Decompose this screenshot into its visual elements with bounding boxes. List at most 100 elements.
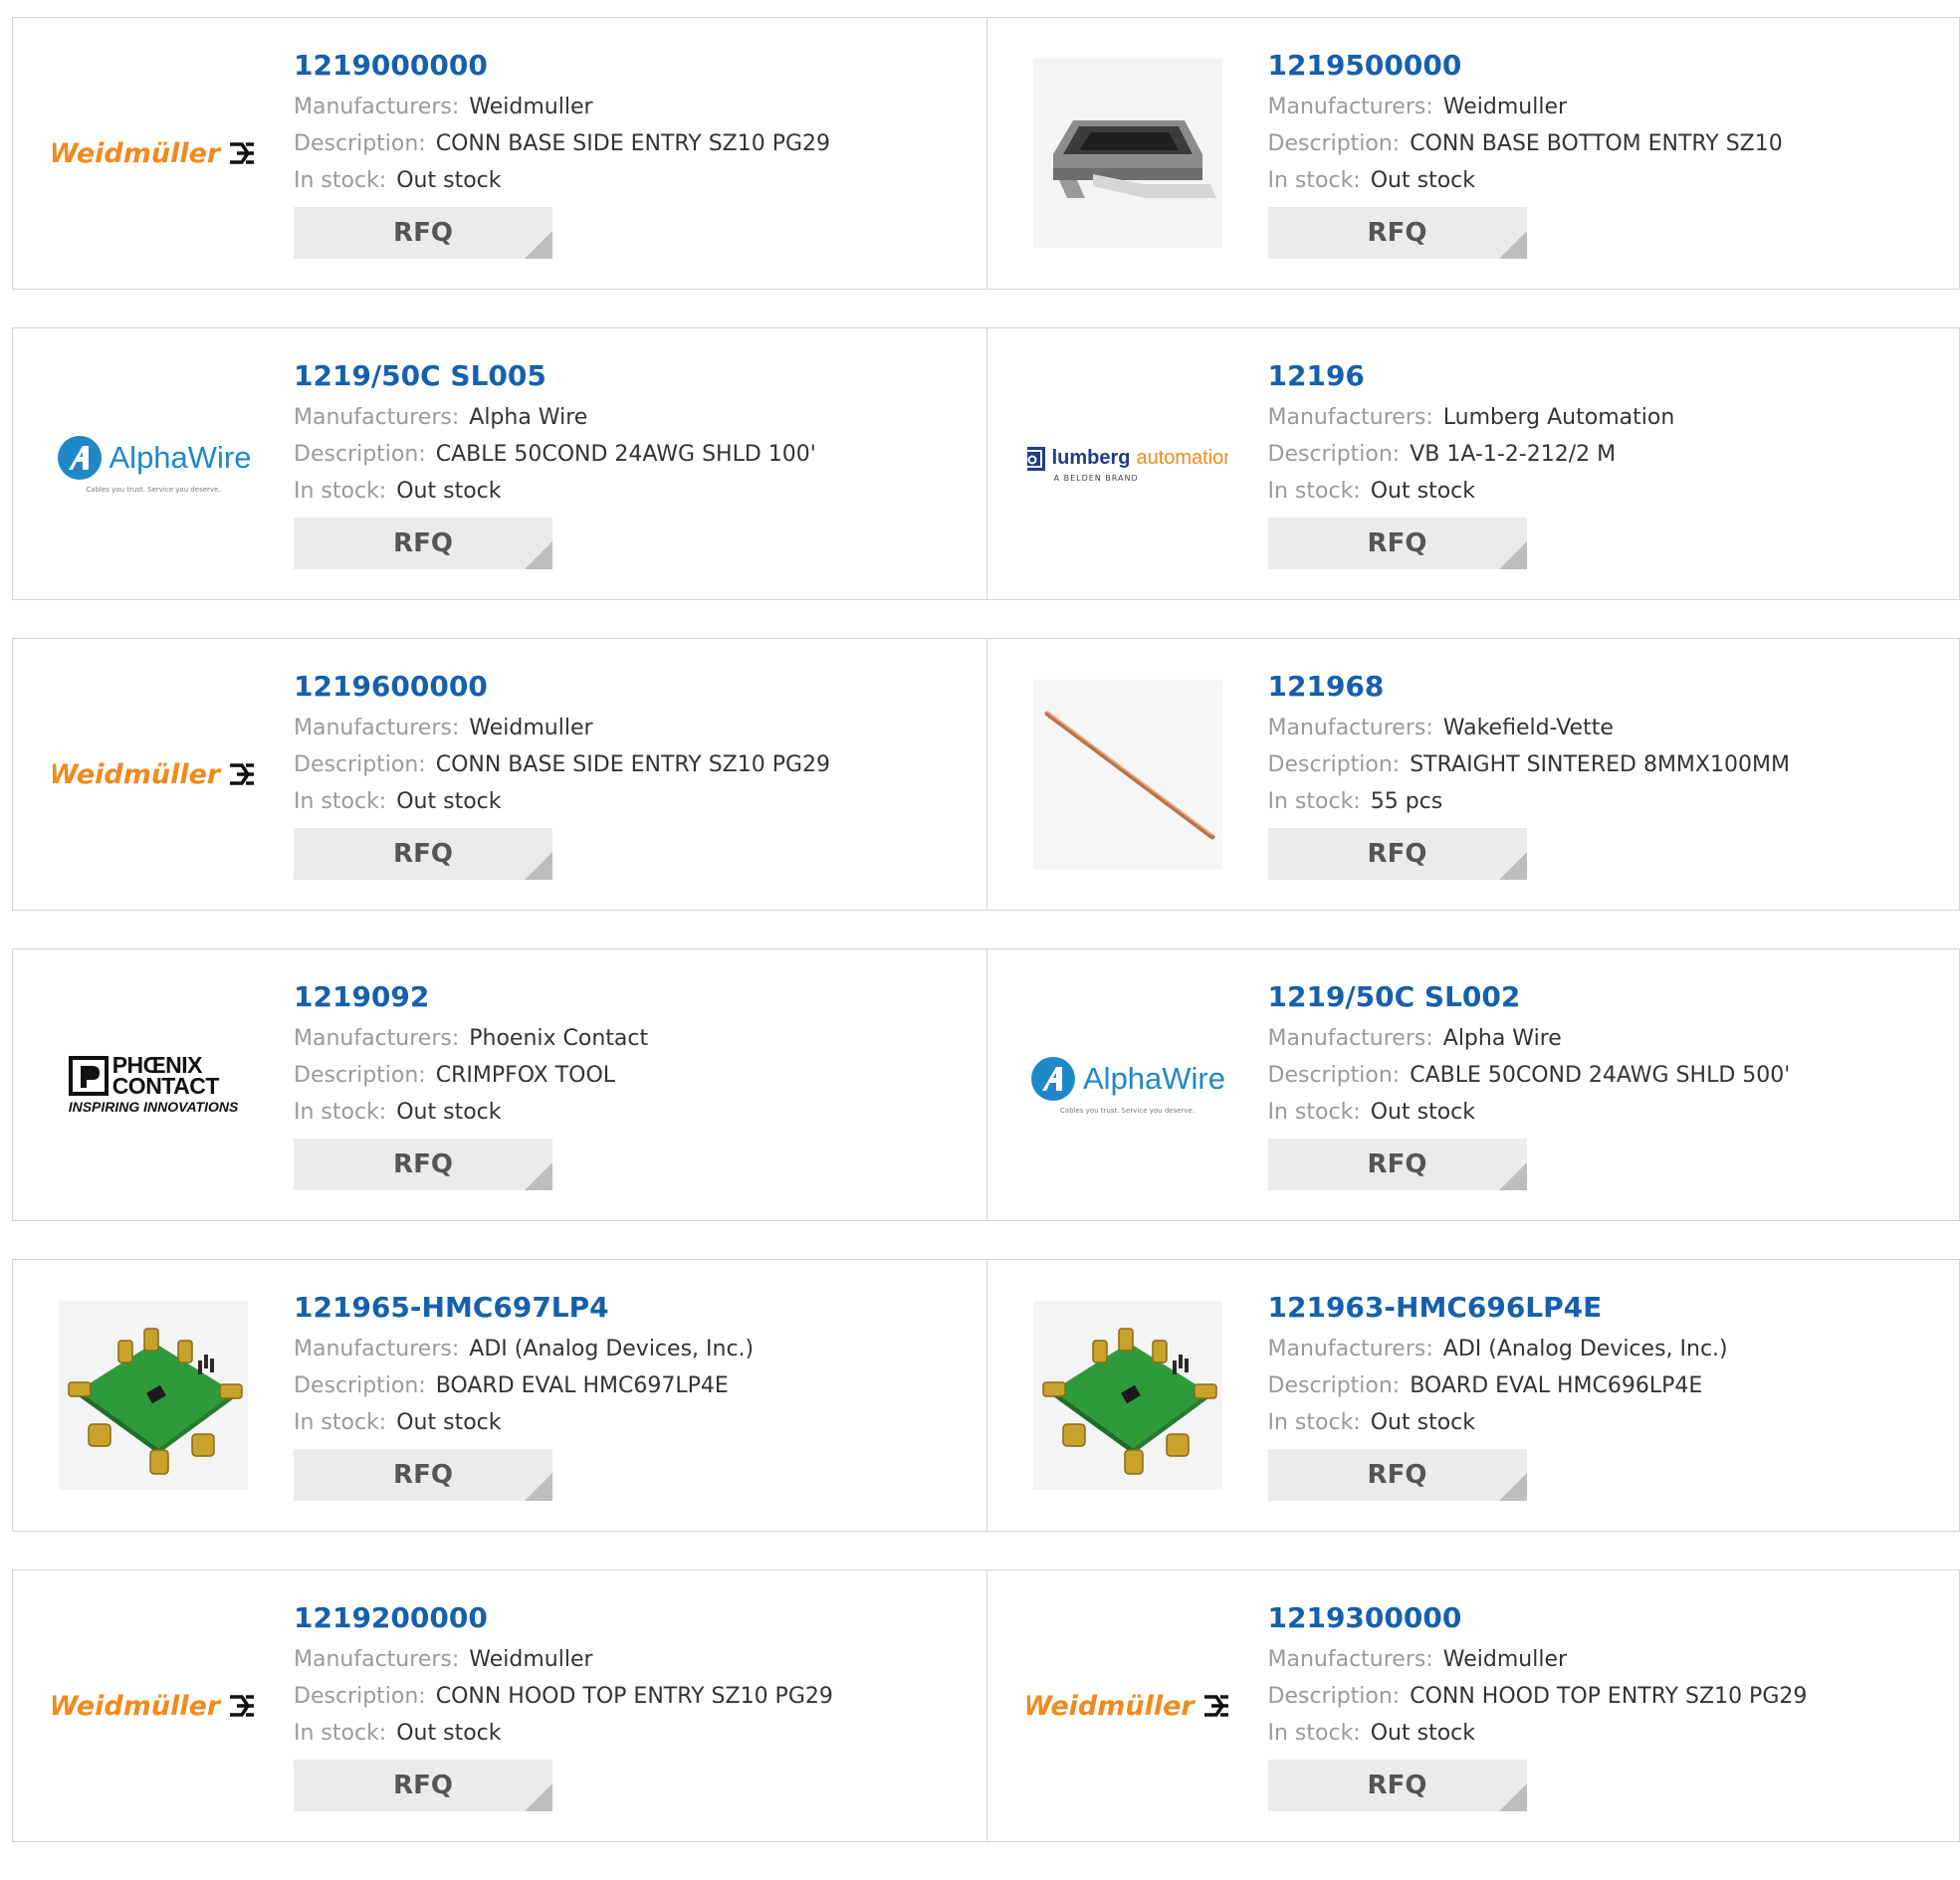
rfq-button[interactable]: RFQ xyxy=(294,828,552,880)
weidmuller-logo: Weidmüller xyxy=(53,1691,254,1722)
rfq-button[interactable]: RFQ xyxy=(1267,1449,1527,1501)
manufacturer-value: Lumberg Automation xyxy=(1442,405,1675,430)
description-value: VB 1A-1-2-212/2 M xyxy=(1410,442,1617,467)
manufacturers-label: Manufacturers: xyxy=(294,405,460,430)
part-number-link[interactable]: 1219092 xyxy=(294,979,648,1015)
in-stock-label: In stock: xyxy=(294,168,387,193)
manufacturer-value: Wakefield-Vette xyxy=(1442,716,1614,740)
product-info: 1219300000 Manufacturers: Weidmuller Descri… xyxy=(1267,1570,1808,1841)
product-image[interactable]: AlphaWire Cables you trust. Service you … xyxy=(1027,984,1228,1185)
product-card: lumberg automation A BELDEN BRAND 12196 Ma… xyxy=(985,328,1960,599)
product-card: Weidmüller 1219000000 Manufacturers: Weidm… xyxy=(13,18,986,289)
weidmuller-logo: Weidmüller xyxy=(53,759,254,790)
product-card: 121965-HMC697LP4 Manufacturers: ADI (Analo… xyxy=(13,1260,986,1531)
eval-board-photo xyxy=(1032,1301,1222,1490)
rfq-button[interactable]: RFQ xyxy=(294,1139,552,1190)
rfq-button[interactable]: RFQ xyxy=(1267,1760,1527,1811)
alphawire-emblem-icon xyxy=(57,436,102,480)
product-image[interactable] xyxy=(1027,1295,1228,1496)
stock-value: Out stock xyxy=(396,479,502,504)
description-line: Description: CABLE 50COND 24AWG SHLD 100' xyxy=(294,436,816,473)
alphawire-logo: AlphaWire Cables you trust. Service you … xyxy=(56,434,252,494)
weidmuller-wordmark: Weidmüller xyxy=(53,1690,221,1722)
description-value: BOARD EVAL HMC697LP4E xyxy=(435,1373,729,1398)
product-card: Weidmüller 1219600000 Manufacturers: Weidm… xyxy=(13,639,986,910)
part-number-link[interactable]: 121968 xyxy=(1268,669,1790,705)
manufacturer-line: Manufacturers: ADI (Analog Devices, Inc.) xyxy=(294,1331,754,1367)
part-number-link[interactable]: 1219200000 xyxy=(294,1600,833,1636)
product-image[interactable]: Weidmüller xyxy=(53,1605,254,1806)
part-number-link[interactable]: 12196 xyxy=(1268,358,1675,394)
stock-value: Out stock xyxy=(396,1410,502,1435)
manufacturer-value: Weidmuller xyxy=(1442,1647,1568,1672)
product-info: 1219000000 Manufacturers: Weidmuller Descri… xyxy=(294,18,830,289)
part-number-link[interactable]: 121965-HMC697LP4 xyxy=(294,1290,754,1326)
product-image[interactable] xyxy=(1027,53,1228,254)
description-line: Description: BOARD EVAL HMC697LP4E xyxy=(294,1367,754,1404)
product-row: Weidmüller 1219600000 Manufacturers: Weidm… xyxy=(12,638,1960,911)
part-number-link[interactable]: 1219600000 xyxy=(294,669,830,705)
description-line: Description: CABLE 50COND 24AWG SHLD 500' xyxy=(1268,1057,1791,1094)
rfq-button[interactable]: RFQ xyxy=(294,518,552,569)
lumberg-logo: lumberg automation A BELDEN BRAND xyxy=(1026,446,1228,483)
rfq-button[interactable]: RFQ xyxy=(1267,518,1527,569)
manufacturers-label: Manufacturers: xyxy=(1267,405,1433,430)
part-number-link[interactable]: 1219/50C SL002 xyxy=(1268,979,1791,1015)
description-value: CABLE 50COND 24AWG SHLD 100' xyxy=(435,442,816,467)
product-row: PHŒNIX CONTACT INSPIRING INNOVATIONS 121… xyxy=(12,948,1960,1221)
product-image[interactable] xyxy=(53,1295,254,1496)
part-number-link[interactable]: 1219500000 xyxy=(1268,48,1783,84)
rfq-button[interactable]: RFQ xyxy=(1267,1139,1527,1190)
stock-value: Out stock xyxy=(396,168,502,193)
description-label: Description: xyxy=(294,752,426,777)
product-info: 1219600000 Manufacturers: Weidmuller Descri… xyxy=(294,639,830,910)
stock-line: In stock: Out stock xyxy=(1268,1715,1808,1752)
in-stock-label: In stock: xyxy=(294,1721,387,1746)
product-image[interactable]: PHŒNIX CONTACT INSPIRING INNOVATIONS xyxy=(53,984,254,1185)
manufacturer-line: Manufacturers: Weidmuller xyxy=(294,89,830,125)
description-label: Description: xyxy=(1267,752,1401,777)
product-card: Weidmüller 1219300000 Manufacturers: Weidm… xyxy=(985,1570,1960,1841)
part-number-link[interactable]: 1219300000 xyxy=(1268,1600,1808,1636)
rfq-button[interactable]: RFQ xyxy=(294,1449,552,1501)
rfq-button[interactable]: RFQ xyxy=(1267,207,1527,259)
product-image[interactable]: AlphaWire Cables you trust. Service you … xyxy=(53,363,254,564)
alphawire-tagline: Cables you trust. Service you deserve. xyxy=(1059,1107,1196,1115)
product-image[interactable]: Weidmüller xyxy=(53,53,254,254)
product-image[interactable]: lumberg automation A BELDEN BRAND xyxy=(1026,363,1228,564)
in-stock-label: In stock: xyxy=(294,789,387,814)
in-stock-label: In stock: xyxy=(294,1410,387,1435)
part-number-link[interactable]: 1219000000 xyxy=(294,48,830,84)
product-card: AlphaWire Cables you trust. Service you … xyxy=(985,949,1960,1220)
manufacturers-label: Manufacturers: xyxy=(294,95,460,119)
product-row: AlphaWire Cables you trust. Service you … xyxy=(12,327,1960,600)
manufacturer-value: Weidmuller xyxy=(469,95,593,119)
phoenix-emblem-icon xyxy=(68,1056,109,1096)
product-info: 1219/50C SL005 Manufacturers: Alpha Wire De… xyxy=(294,328,816,599)
stock-line: In stock: Out stock xyxy=(1268,473,1675,510)
stock-value: Out stock xyxy=(396,1721,502,1746)
product-card: AlphaWire Cables you trust. Service you … xyxy=(13,328,986,599)
part-number-link[interactable]: 1219/50C SL005 xyxy=(294,358,816,394)
manufacturers-label: Manufacturers: xyxy=(294,1337,460,1361)
description-value: CONN HOOD TOP ENTRY SZ10 PG29 xyxy=(435,1684,833,1709)
stock-value: Out stock xyxy=(1370,1410,1475,1435)
manufacturer-line: Manufacturers: Weidmuller xyxy=(1268,89,1783,125)
rfq-button[interactable]: RFQ xyxy=(1267,828,1527,880)
description-line: Description: STRAIGHT SINTERED 8MMX100MM xyxy=(1268,746,1790,783)
product-image[interactable]: Weidmüller xyxy=(53,674,254,875)
product-image[interactable] xyxy=(1027,674,1228,875)
part-number-link[interactable]: 121963-HMC696LP4E xyxy=(1268,1290,1728,1326)
product-grid: Weidmüller 1219000000 Manufacturers: Weidm… xyxy=(12,17,1960,1880)
description-value: CONN BASE SIDE ENTRY SZ10 PG29 xyxy=(435,131,831,156)
weidmuller-logo: Weidmüller xyxy=(53,138,254,169)
product-image[interactable]: Weidmüller xyxy=(1027,1605,1228,1806)
rfq-button[interactable]: RFQ xyxy=(294,1760,552,1811)
alphawire-emblem-icon xyxy=(1031,1057,1075,1101)
rfq-button[interactable]: RFQ xyxy=(294,207,552,259)
alphawire-wordmark: AlphaWire xyxy=(109,440,252,475)
lumberg-subtitle: A BELDEN BRAND xyxy=(1053,473,1139,483)
description-label: Description: xyxy=(294,1373,426,1398)
manufacturers-label: Manufacturers: xyxy=(1267,716,1433,740)
stock-value: Out stock xyxy=(1370,1721,1475,1746)
